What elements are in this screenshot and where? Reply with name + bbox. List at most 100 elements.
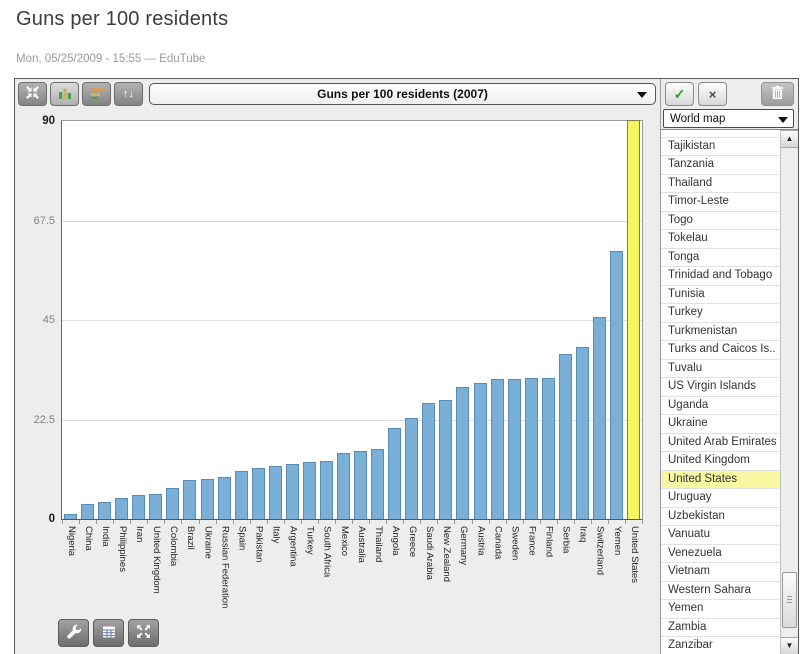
bar-philippines[interactable] — [115, 498, 128, 519]
bar-slot — [335, 121, 352, 519]
axis-tick — [541, 520, 558, 524]
bar-nigeria[interactable] — [64, 514, 77, 519]
axis-tick — [131, 520, 148, 524]
list-item-vanuatu[interactable]: Vanuatu — [661, 526, 780, 545]
country-list-scrollbar[interactable]: ▲ ▼ — [780, 130, 798, 654]
list-item-vietnam[interactable]: Vietnam — [661, 563, 780, 582]
bar-slot — [574, 121, 591, 519]
bar-serbia[interactable] — [559, 354, 572, 519]
bar-brazil[interactable] — [183, 480, 196, 519]
collapse-button[interactable] — [18, 82, 47, 106]
bar-saudi-arabia[interactable] — [422, 403, 435, 519]
list-item-united-states[interactable]: United States — [661, 471, 780, 490]
bar-germany[interactable] — [456, 387, 469, 519]
bar-italy[interactable] — [269, 466, 282, 519]
list-item-tajikistan[interactable]: Tajikistan — [661, 138, 780, 157]
bar-slot — [369, 121, 386, 519]
bar-france[interactable] — [525, 378, 538, 519]
chart-select[interactable]: Guns per 100 residents (2007) — [149, 83, 656, 105]
bar-ukraine[interactable] — [201, 479, 214, 519]
y-axis-label: 67.5 — [34, 215, 55, 227]
bar-pakistan[interactable] — [252, 468, 265, 519]
bar-mexico[interactable] — [337, 453, 350, 519]
bar-finland[interactable] — [542, 378, 555, 519]
list-item-us-virgin-islands[interactable]: US Virgin Islands — [661, 378, 780, 397]
x-label-slot: Canada — [489, 526, 506, 638]
list-item-tonga[interactable]: Tonga — [661, 249, 780, 268]
list-item-uruguay[interactable]: Uruguay — [661, 489, 780, 508]
bar-slot — [625, 121, 642, 519]
bar-colombia[interactable] — [166, 488, 179, 519]
map-select[interactable]: World map — [663, 109, 794, 128]
x-label-slot: Germany — [454, 526, 471, 638]
apply-button[interactable]: ✓ — [665, 82, 694, 106]
list-item-turkmenistan[interactable]: Turkmenistan — [661, 323, 780, 342]
list-item-taiwan[interactable]: Taiwan — [661, 130, 780, 138]
bar-iraq[interactable] — [576, 347, 589, 519]
list-item-united-arab-emirates[interactable]: United Arab Emirates — [661, 434, 780, 453]
bar-sweden[interactable] — [508, 379, 521, 519]
bar-spain[interactable] — [235, 471, 248, 519]
scrollbar-thumb[interactable] — [782, 572, 797, 628]
list-item-trinidad-and-tobago[interactable]: Trinidad and Tobago — [661, 267, 780, 286]
list-item-tanzania[interactable]: Tanzania — [661, 156, 780, 175]
vertical-bar-chart-button[interactable] — [50, 82, 79, 106]
list-item-zanzibar[interactable]: Zanzibar — [661, 637, 780, 654]
list-item-thailand[interactable]: Thailand — [661, 175, 780, 194]
bar-argentina[interactable] — [286, 464, 299, 519]
cancel-button[interactable]: × — [698, 82, 727, 106]
list-item-yemen[interactable]: Yemen — [661, 600, 780, 619]
axis-tick — [490, 520, 507, 524]
bar-united-kingdom[interactable] — [149, 494, 162, 519]
x-label-slot: Pakistan — [250, 526, 267, 638]
x-axis-label-united-states: United States — [628, 526, 638, 583]
bar-australia[interactable] — [354, 451, 367, 519]
chart-toolbar: ↑↓ Guns per 100 residents (2007) — [18, 82, 656, 106]
vertical-bar-chart-icon — [57, 86, 73, 103]
x-label-slot: Finland — [540, 526, 557, 638]
data-table-button[interactable] — [93, 619, 124, 647]
horizontal-bar-chart-button[interactable] — [82, 82, 111, 106]
scroll-up-button[interactable]: ▲ — [781, 130, 798, 148]
bar-slot — [96, 121, 113, 519]
list-item-turkey[interactable]: Turkey — [661, 304, 780, 323]
table-icon — [100, 624, 118, 643]
bar-russian-federation[interactable] — [218, 477, 231, 519]
bar-china[interactable] — [81, 504, 94, 519]
list-item-tunisia[interactable]: Tunisia — [661, 286, 780, 305]
expand-button[interactable] — [128, 619, 159, 647]
list-item-togo[interactable]: Togo — [661, 212, 780, 231]
list-item-venezuela[interactable]: Venezuela — [661, 545, 780, 564]
axis-tick — [353, 520, 370, 524]
bar-angola[interactable] — [388, 428, 401, 519]
list-item-uganda[interactable]: Uganda — [661, 397, 780, 416]
bar-yemen[interactable] — [610, 251, 623, 519]
list-item-western-sahara[interactable]: Western Sahara — [661, 582, 780, 601]
bar-switzerland[interactable] — [593, 317, 606, 519]
sort-button[interactable]: ↑↓ — [114, 82, 143, 106]
bar-slot — [267, 121, 284, 519]
list-item-tuvalu[interactable]: Tuvalu — [661, 360, 780, 379]
list-item-turks-and-caicos-is[interactable]: Turks and Caicos Is.. — [661, 341, 780, 360]
axis-tick — [404, 520, 421, 524]
bar-new-zealand[interactable] — [439, 400, 452, 520]
list-item-zambia[interactable]: Zambia — [661, 619, 780, 638]
list-item-timor-leste[interactable]: Timor-Leste — [661, 193, 780, 212]
bar-iran[interactable] — [132, 495, 145, 519]
settings-button[interactable] — [58, 619, 89, 647]
bar-austria[interactable] — [474, 383, 487, 519]
bar-greece[interactable] — [405, 418, 418, 519]
delete-button[interactable] — [761, 82, 794, 106]
list-item-tokelau[interactable]: Tokelau — [661, 230, 780, 249]
bar-turkey[interactable] — [303, 462, 316, 519]
bar-united-states[interactable] — [627, 120, 640, 519]
scroll-down-button[interactable]: ▼ — [781, 637, 798, 654]
bar-thailand[interactable] — [371, 449, 384, 519]
list-item-ukraine[interactable]: Ukraine — [661, 415, 780, 434]
list-item-uzbekistan[interactable]: Uzbekistan — [661, 508, 780, 527]
x-axis-label-mexico: Mexico — [338, 526, 348, 556]
bar-canada[interactable] — [491, 379, 504, 519]
bar-india[interactable] — [98, 502, 111, 519]
list-item-united-kingdom[interactable]: United Kingdom — [661, 452, 780, 471]
bar-south-africa[interactable] — [320, 461, 333, 519]
